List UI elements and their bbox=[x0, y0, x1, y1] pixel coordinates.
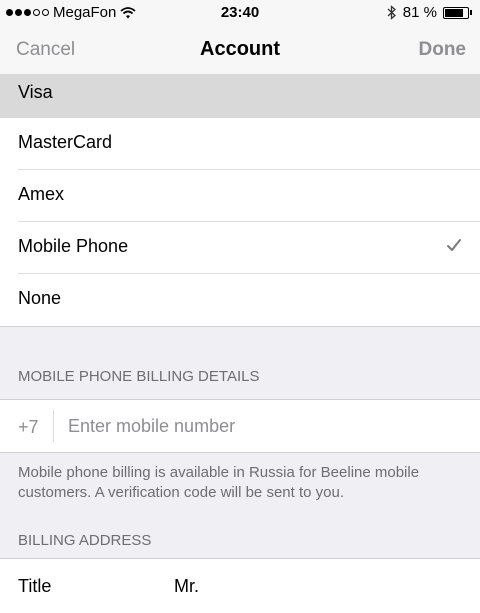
payment-option-label: None bbox=[18, 288, 62, 308]
country-code-prefix: +7 bbox=[18, 417, 39, 437]
payment-option-none[interactable]: None bbox=[0, 274, 480, 326]
battery-percent: 81 % bbox=[402, 4, 437, 21]
title-field-label: Title bbox=[18, 576, 52, 596]
status-bar-right: 81 % bbox=[387, 4, 472, 21]
payment-options-list: Visa MasterCard Amex Mobile Phone None bbox=[0, 74, 480, 326]
payment-option-label: Amex bbox=[18, 184, 65, 204]
checkmark-icon bbox=[447, 239, 461, 251]
title-field-value[interactable]: Mr. bbox=[174, 576, 199, 597]
mobile-number-input[interactable] bbox=[68, 412, 458, 440]
payment-option-visa[interactable]: Visa bbox=[0, 74, 480, 118]
payment-option-mastercard[interactable]: MasterCard bbox=[0, 118, 480, 170]
title-field-row[interactable]: Title Mr. bbox=[0, 559, 480, 613]
navigation-bar: Cancel Account Done bbox=[0, 26, 480, 74]
payment-option-label: Visa bbox=[18, 82, 53, 102]
section-divider bbox=[0, 326, 480, 327]
battery-icon bbox=[443, 6, 472, 19]
billing-address-header: BILLING ADDRESS bbox=[18, 532, 152, 549]
section-divider bbox=[0, 452, 480, 453]
bluetooth-icon bbox=[387, 5, 396, 20]
status-bar: MegaFon 23:40 81 % bbox=[0, 0, 480, 26]
done-button[interactable]: Done bbox=[419, 39, 467, 61]
mobile-billing-note: Mobile phone billing is available in Rus… bbox=[18, 464, 420, 501]
payment-option-label: MasterCard bbox=[18, 132, 113, 152]
divider bbox=[53, 410, 54, 442]
mobile-billing-header: MOBILE PHONE BILLING DETAILS bbox=[18, 368, 260, 385]
mobile-number-row: +7 bbox=[0, 400, 480, 452]
payment-option-amex[interactable]: Amex bbox=[0, 170, 480, 222]
payment-option-mobile-phone[interactable]: Mobile Phone bbox=[0, 222, 480, 274]
payment-option-label: Mobile Phone bbox=[18, 236, 129, 256]
page-title: Account bbox=[200, 38, 280, 60]
